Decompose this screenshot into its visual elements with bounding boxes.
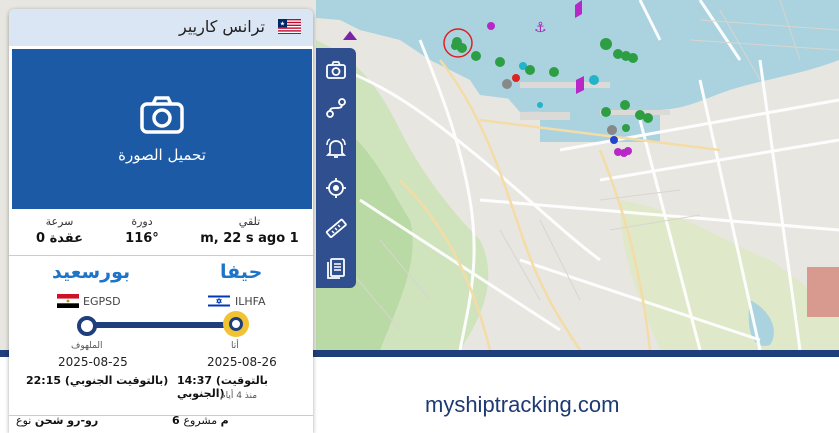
departure-code: EGPSD (83, 295, 121, 308)
arrival-status: أتا (231, 341, 239, 351)
departure-time: 22:15 (بالتوقيت الجنوبي) (26, 374, 169, 387)
bell-icon[interactable] (324, 136, 348, 160)
svg-text:⚓: ⚓ (534, 20, 547, 36)
speed-value: 0 عقدة (36, 231, 83, 246)
upload-photo-label: تحميل الصورة (118, 146, 206, 164)
received-stat: تلقي m, 22 s ago 1 (187, 215, 312, 246)
departure-date: 2025-08-25 (58, 355, 128, 369)
camera-icon[interactable] (324, 58, 348, 82)
route-progress-track (89, 322, 241, 328)
speed-stat: سرعة 0 عقدة (12, 215, 107, 246)
course-value: 116° (125, 231, 159, 246)
vessel-panel: ✕ ترانس كاريير ★ تحميل الصورة سرعة 0 عقد… (9, 9, 313, 433)
course-stat: دورة 116° (107, 215, 177, 246)
vessel-type-value: رو-رو شحن (34, 414, 99, 427)
ruler-icon[interactable] (324, 216, 348, 240)
arrival-code: ILHFA (235, 295, 266, 308)
draught-label: مشروع (183, 414, 218, 427)
vessel-type: رو-رو شحن نوع (16, 414, 98, 427)
divider (9, 255, 313, 256)
vessel-stats: سرعة 0 عقدة دورة 116° تلقي m, 22 s ago 1 (12, 213, 312, 255)
arrival-port[interactable]: حيفا (220, 261, 262, 283)
vessel-draught: 6 م مشروع (172, 414, 229, 427)
panel-header: ✕ ترانس كاريير ★ (9, 9, 313, 46)
route-icon[interactable] (324, 96, 348, 120)
egypt-flag-icon (57, 294, 79, 308)
arrival-marker (223, 311, 249, 337)
received-label: تلقي (238, 215, 261, 228)
document-icon[interactable] (324, 256, 348, 280)
map-building (807, 267, 839, 317)
arrival-date: 2025-08-26 (207, 355, 277, 369)
arrival-ago: منذ 4 أيام (220, 391, 258, 401)
camera-icon (140, 96, 184, 134)
vessel-name: ترانس كاريير (179, 17, 265, 36)
departure-port[interactable]: بورسعيد (52, 261, 130, 283)
departure-marker (77, 316, 97, 336)
israel-flag-icon (208, 294, 230, 308)
vessel-type-label: نوع (16, 414, 32, 427)
liberia-flag-icon: ★ (278, 19, 301, 34)
upload-photo-button[interactable]: تحميل الصورة (12, 49, 312, 209)
departure-status: الملهوف (71, 341, 103, 351)
svg-text:★: ★ (280, 21, 285, 28)
target-icon[interactable] (324, 176, 348, 200)
received-value: m, 22 s ago 1 (200, 231, 299, 246)
speed-label: سرعة (45, 215, 74, 228)
map-toolbar (316, 48, 356, 288)
site-name[interactable]: myshiptracking.com (425, 392, 619, 418)
course-label: دورة (131, 215, 153, 228)
